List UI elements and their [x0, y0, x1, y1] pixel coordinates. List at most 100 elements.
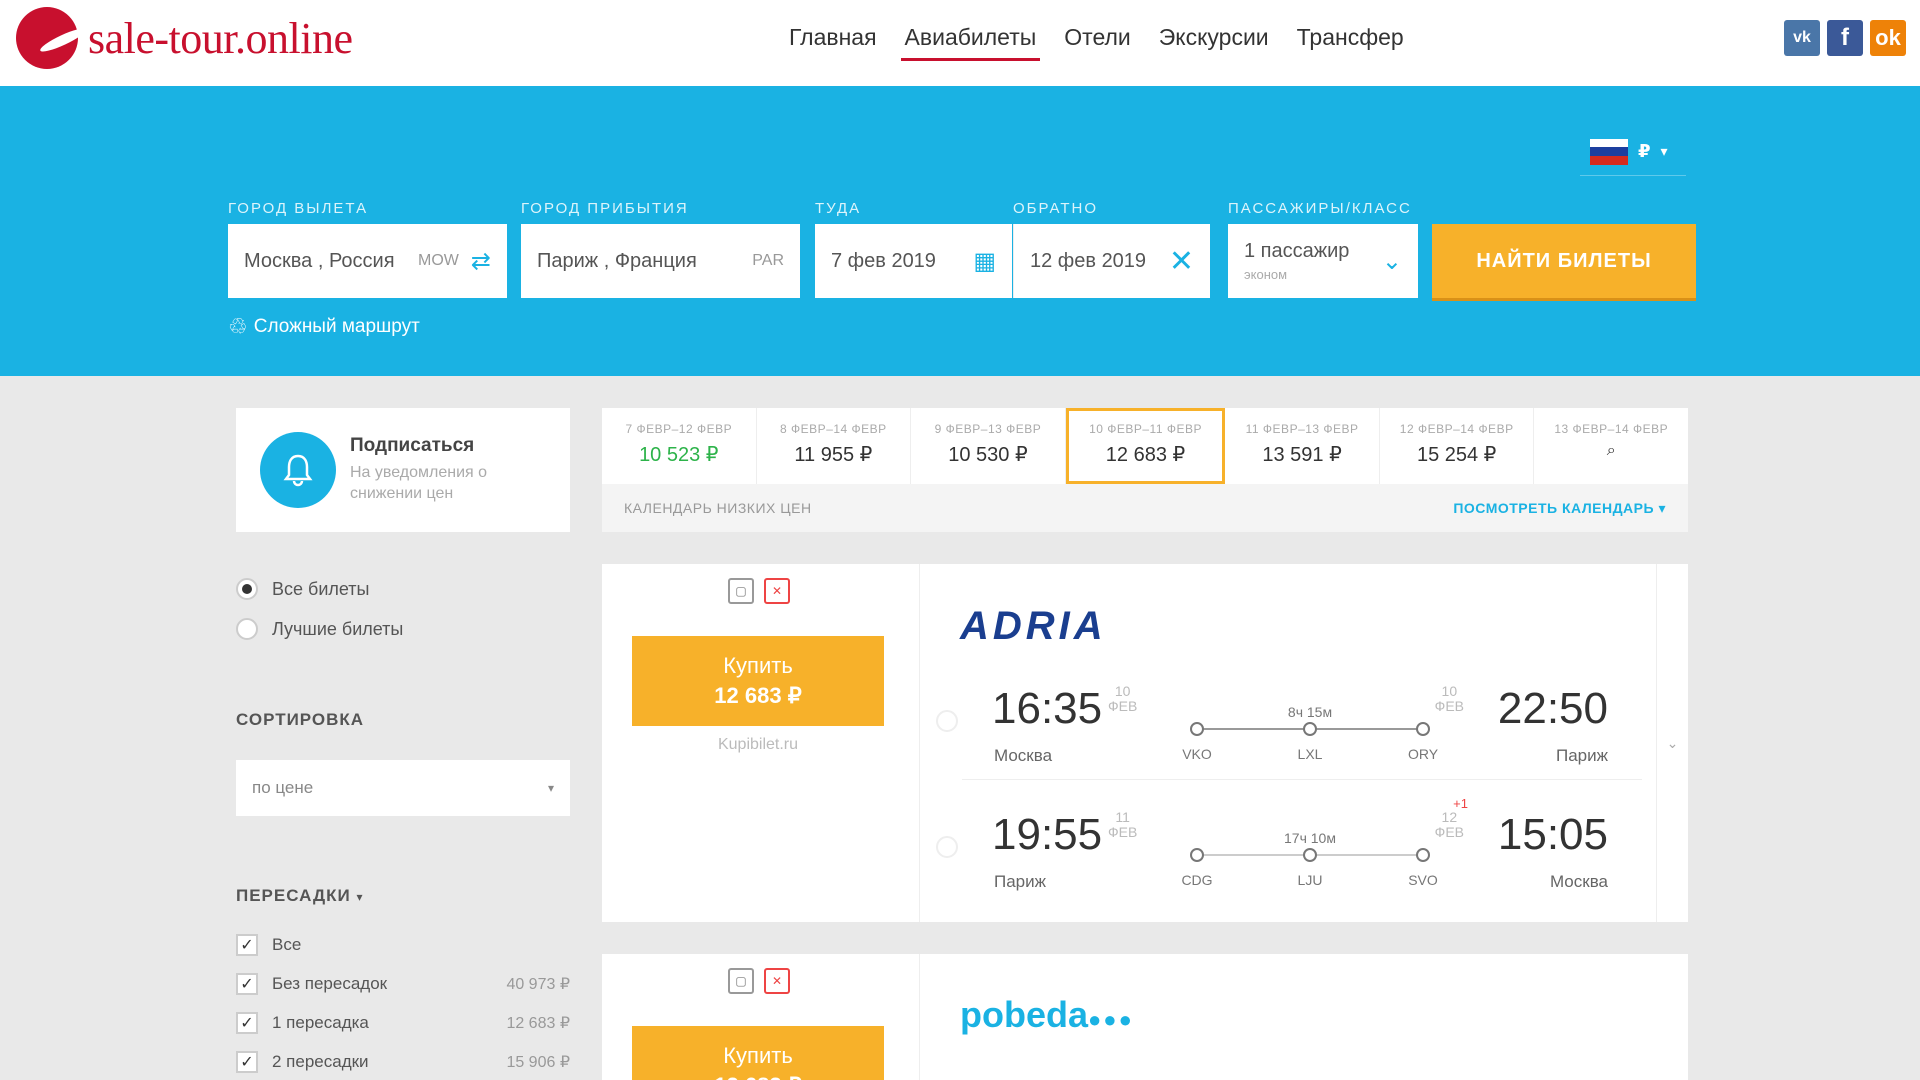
- radio-best-tickets[interactable]: Лучшие билеты: [236, 618, 403, 640]
- segment-select-icon[interactable]: [936, 710, 958, 732]
- arrival-time: 15:05: [1497, 810, 1608, 859]
- complex-route-link[interactable]: ♲ Сложный маршрут: [228, 314, 420, 340]
- route-line: 8ч 15м VKO LXL ORY: [1182, 704, 1438, 764]
- nav-home[interactable]: Главная: [775, 20, 891, 61]
- swap-icon[interactable]: ⇄: [471, 247, 491, 276]
- checkbox-label: Без пересадок: [272, 974, 388, 993]
- date-cell[interactable]: 11 ФЕВР–13 ФЕВР 13 591 ₽: [1225, 408, 1380, 484]
- date-cell[interactable]: 8 ФЕВР–14 ФЕВР 11 955 ₽: [757, 408, 912, 484]
- stops-filter-one[interactable]: ✓ 1 пересадка 12 683 ₽: [236, 1012, 570, 1034]
- airline-logo: ADRIA: [960, 604, 1107, 648]
- site-logo[interactable]: sale-tour.online: [16, 6, 353, 70]
- to-value: Париж , Франция: [537, 249, 697, 272]
- radio-button[interactable]: [236, 578, 258, 600]
- checkbox-checked-icon[interactable]: ✓: [236, 973, 258, 995]
- date-price: 10 523 ₽: [639, 444, 719, 466]
- departure-time: 16:35: [992, 684, 1103, 733]
- date-price: 12 683 ₽: [1105, 444, 1186, 466]
- checkbox-checked-icon[interactable]: ✓: [236, 934, 258, 956]
- flight-segment-return[interactable]: 19:55 11 ФЕВ Париж 17ч 10м CDG LJU SVO +1…: [932, 796, 1632, 904]
- route-icon: ♲: [228, 314, 248, 339]
- date-range: 12 ФЕВР–14 ФЕВР: [1399, 422, 1514, 436]
- nav-hotels[interactable]: Отели: [1050, 20, 1144, 61]
- stops-filter-all[interactable]: ✓ Все: [236, 934, 570, 956]
- from-field[interactable]: Москва , Россия MOW ⇄: [228, 224, 507, 298]
- search-icon[interactable]: ⌕: [1534, 442, 1688, 460]
- date-cell-selected[interactable]: 10 ФЕВР–11 ФЕВР 12 683 ₽: [1065, 408, 1226, 484]
- facebook-icon[interactable]: f: [1827, 20, 1863, 56]
- from-code: MOW: [418, 252, 459, 269]
- buy-button[interactable]: Купить 12 683 ₽: [632, 1026, 884, 1080]
- social-links: vk f ok: [1784, 20, 1906, 56]
- chevron-down-icon[interactable]: ⌄: [1656, 564, 1688, 922]
- passengers-label: Пассажиры/класс: [1228, 200, 1412, 217]
- subscribe-description: На уведомления о снижении цен: [350, 464, 488, 502]
- date-cell[interactable]: 13 ФЕВР–14 ФЕВР ⌕: [1534, 408, 1688, 484]
- vk-icon[interactable]: vk: [1784, 20, 1820, 56]
- checkbox-checked-icon[interactable]: ✓: [236, 1051, 258, 1073]
- find-tickets-button[interactable]: НАЙТИ БИЛЕТЫ: [1432, 224, 1696, 298]
- nav-excursions[interactable]: Экскурсии: [1145, 20, 1283, 61]
- flight-segment-outbound[interactable]: 16:35 10 ФЕВ Москва 8ч 15м VKO LXL ORY 10…: [932, 674, 1632, 778]
- segment-select-icon[interactable]: [936, 836, 958, 858]
- nav-transfer[interactable]: Трансфер: [1283, 20, 1418, 61]
- date-cell[interactable]: 7 ФЕВР–12 ФЕВР 10 523 ₽: [602, 408, 757, 484]
- arrival-date: 12 ФЕВ: [1434, 809, 1464, 841]
- buy-label: Купить: [723, 1043, 793, 1069]
- calendar-icon[interactable]: ▦: [973, 247, 996, 276]
- date-range: 9 ФЕВР–13 ФЕВР: [934, 422, 1042, 436]
- date-cell[interactable]: 12 ФЕВР–14 ФЕВР 15 254 ₽: [1380, 408, 1535, 484]
- airport-code: ORY: [1407, 746, 1439, 762]
- airport-code: VKO: [1182, 746, 1212, 762]
- sort-title: Сортировка: [236, 710, 365, 729]
- bell-icon: [260, 432, 336, 508]
- buy-button[interactable]: Купить 12 683 ₽: [632, 636, 884, 726]
- from-label: Город вылета: [228, 200, 369, 217]
- no-baggage-icon: ✕: [764, 968, 790, 994]
- radio-button[interactable]: [236, 618, 258, 640]
- radio-all-tickets[interactable]: Все билеты: [236, 578, 369, 600]
- subscribe-card[interactable]: Подписаться На уведомления о снижении це…: [236, 408, 570, 532]
- odnoklassniki-icon[interactable]: ok: [1870, 20, 1906, 56]
- arrival-time: 22:50: [1497, 684, 1608, 733]
- stops-title[interactable]: Пересадки ▾: [236, 886, 363, 906]
- sort-select[interactable]: по цене ▾: [236, 760, 570, 816]
- currency-selector[interactable]: ₽ ▾: [1580, 128, 1686, 176]
- clear-icon[interactable]: ✕: [1169, 244, 1194, 279]
- from-value: Москва , Россия: [244, 249, 395, 272]
- ticket-card: ▢ ✕ Купить 12 683 ₽ pobeda●●●: [602, 954, 1688, 1080]
- sort-value: по цене: [252, 778, 314, 797]
- to-field[interactable]: Париж , Франция PAR: [521, 224, 800, 298]
- chevron-down-icon: ▾: [356, 890, 364, 904]
- date-price: 10 530 ₽: [948, 444, 1028, 466]
- stops-title-label: Пересадки: [236, 886, 351, 905]
- date-range: 11 ФЕВР–13 ФЕВР: [1245, 422, 1359, 436]
- date-price: 11 955 ₽: [794, 444, 873, 466]
- depart-date-field[interactable]: 7 фев 2019 ▦: [815, 224, 1012, 298]
- checkbox-checked-icon[interactable]: ✓: [236, 1012, 258, 1034]
- stops-filter-direct[interactable]: ✓ Без пересадок 40 973 ₽: [236, 973, 570, 995]
- buy-label: Купить: [723, 653, 793, 679]
- view-calendar-link[interactable]: Посмотреть календарь ▾: [1453, 500, 1666, 517]
- arrival-city: Париж: [1556, 746, 1608, 765]
- ticket-card: ▢ ✕ Купить 12 683 ₽ Kupibilet.ru ADRIA 1…: [602, 564, 1688, 922]
- return-date-field[interactable]: 12 фев 2019 ✕: [1013, 224, 1210, 298]
- airport-code: LJU: [1297, 872, 1323, 888]
- airport-code: SVO: [1408, 872, 1438, 888]
- depart-value: 7 фев 2019: [831, 249, 936, 272]
- passengers-value: 1 пассажир: [1244, 240, 1350, 262]
- passengers-field[interactable]: 1 пассажир эконом ⌄: [1228, 224, 1418, 298]
- stops-filter-two[interactable]: ✓ 2 пересадки 15 906 ₽: [236, 1051, 570, 1073]
- date-range: 8 ФЕВР–14 ФЕВР: [780, 422, 887, 436]
- checkbox-label: 2 пересадки: [272, 1052, 369, 1071]
- buy-price: 12 683 ₽: [632, 1071, 884, 1080]
- calendar-label: Календарь низких цен: [624, 500, 812, 516]
- arrival-city: Москва: [1549, 872, 1608, 891]
- checkbox-label: Все: [272, 935, 302, 954]
- main-nav: Главная Авиабилеты Отели Экскурсии Транс…: [775, 20, 1418, 61]
- return-value: 12 фев 2019: [1030, 249, 1147, 272]
- nav-flights[interactable]: Авиабилеты: [891, 20, 1051, 61]
- site-header: sale-tour.online Главная Авиабилеты Отел…: [0, 0, 1920, 86]
- no-baggage-icon: ✕: [764, 578, 790, 604]
- date-cell[interactable]: 9 ФЕВР–13 ФЕВР 10 530 ₽: [911, 408, 1066, 484]
